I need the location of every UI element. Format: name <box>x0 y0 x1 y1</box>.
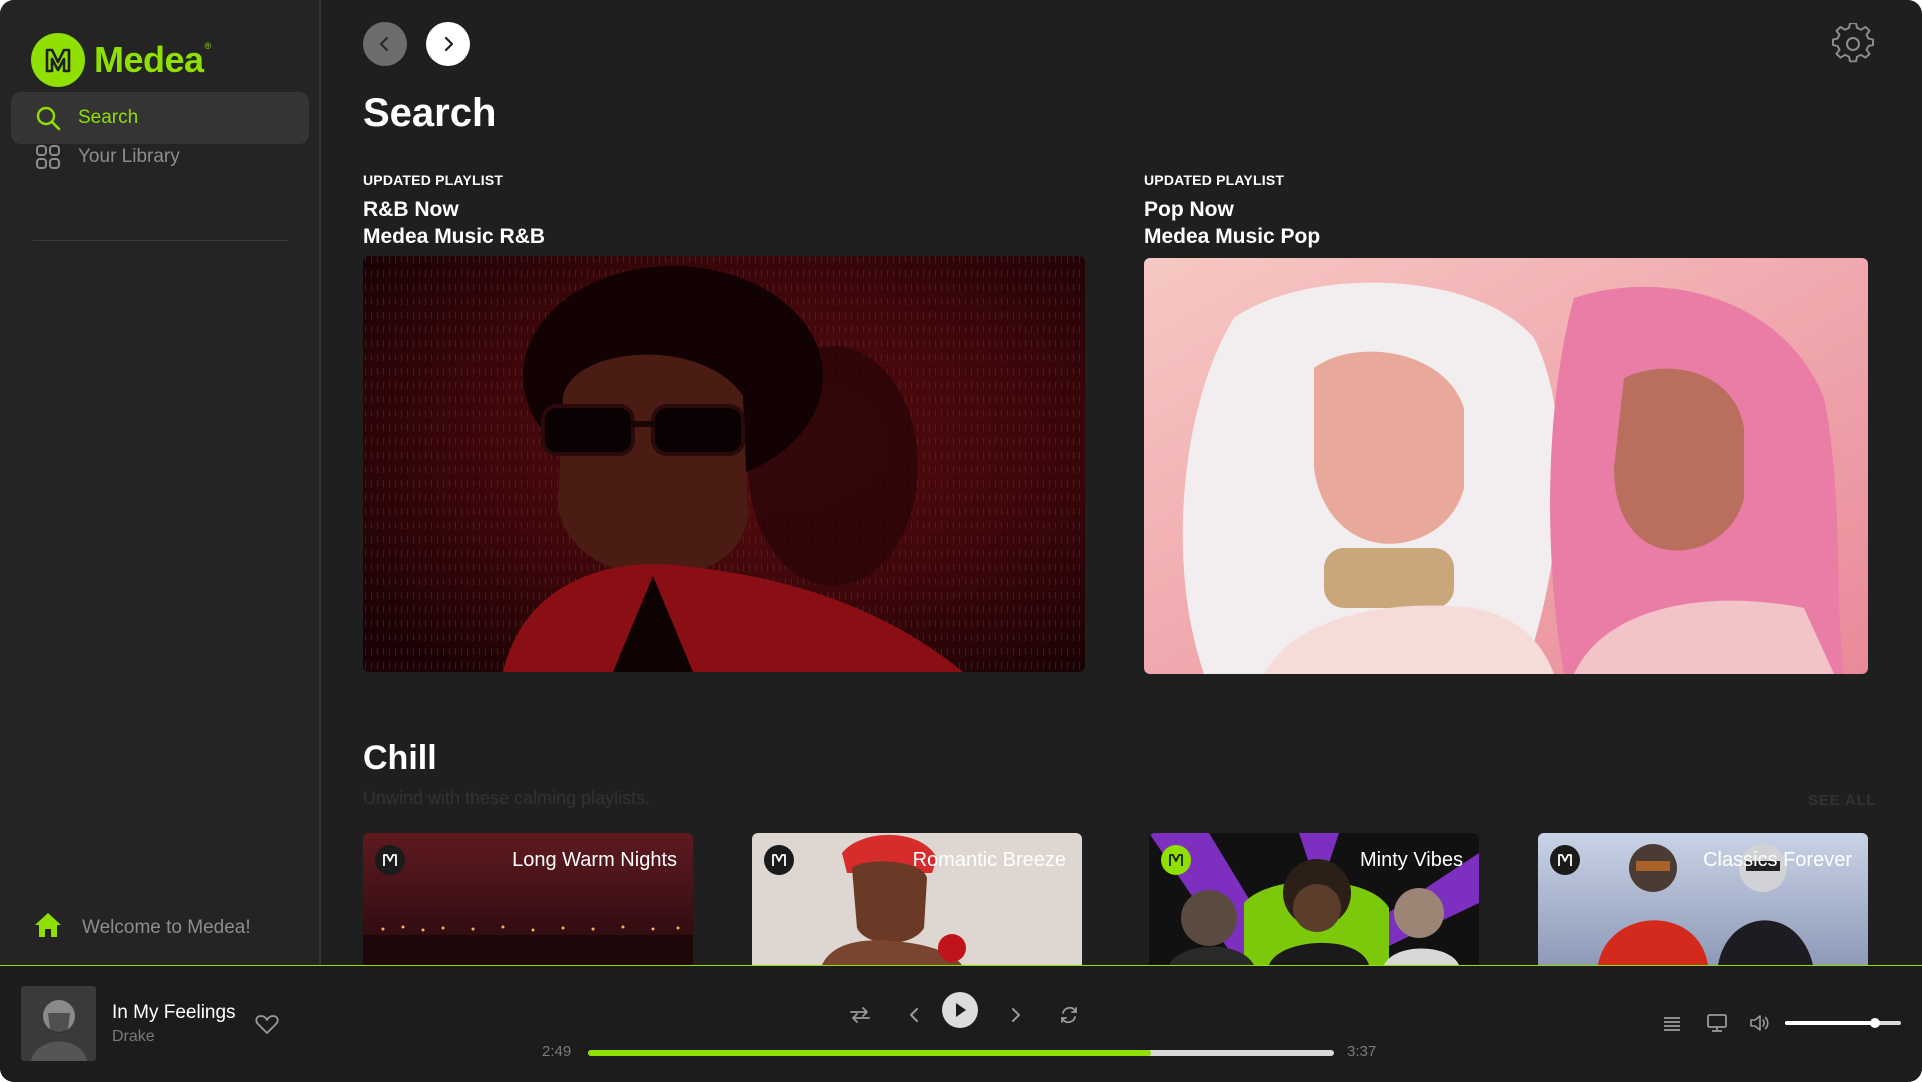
logo[interactable]: Medea ® <box>31 33 211 87</box>
playlist-name: Long Warm Nights <box>512 849 677 871</box>
brand-name: Medea <box>94 39 204 80</box>
playlist-tile[interactable]: Minty Vibes <box>1149 833 1479 965</box>
chevron-right-icon <box>444 36 454 52</box>
total-time: 3:37 <box>1347 1043 1377 1060</box>
shuffle-button[interactable] <box>847 1002 873 1028</box>
queue-button[interactable] <box>1660 1011 1684 1035</box>
track-title[interactable]: In My Feelings <box>112 1002 236 1024</box>
like-button[interactable] <box>255 1013 279 1035</box>
search-icon <box>33 103 63 133</box>
featured-playlist-image-rnb[interactable] <box>363 256 1085 672</box>
play-icon <box>956 1003 966 1017</box>
page-title: Search <box>363 91 497 135</box>
featured-subtitle[interactable]: Medea Music Pop <box>1144 223 1320 250</box>
next-button[interactable] <box>1003 1002 1029 1028</box>
heart-icon <box>255 1015 279 1034</box>
medea-logo-icon <box>1550 845 1580 875</box>
home-icon <box>34 912 62 943</box>
back-button[interactable] <box>363 22 407 66</box>
featured-title[interactable]: R&B Now <box>363 196 545 223</box>
playlist-name: Classics Forever <box>1703 849 1852 871</box>
medea-logo-icon <box>375 845 405 875</box>
previous-icon <box>910 1008 918 1022</box>
welcome-label: Welcome to Medea! <box>82 916 251 938</box>
volume-knob[interactable] <box>1870 1018 1881 1028</box>
featured-subtitle[interactable]: Medea Music R&B <box>363 223 545 250</box>
play-button[interactable] <box>942 992 978 1028</box>
playlist-tile[interactable]: Classics Forever <box>1538 833 1868 965</box>
volume-slider[interactable] <box>1785 1018 1901 1028</box>
repeat-button[interactable] <box>1056 1002 1082 1028</box>
sidebar-item-label: Search <box>78 107 139 128</box>
progress-fill <box>588 1050 1152 1056</box>
forward-button[interactable] <box>426 22 470 66</box>
playlist-name: Romantic Breeze <box>912 849 1066 871</box>
album-cover[interactable] <box>21 986 96 1061</box>
track-artist[interactable]: Drake <box>112 1028 155 1046</box>
device-icon <box>1707 1014 1727 1032</box>
next-icon <box>1012 1008 1020 1022</box>
featured-title[interactable]: Pop Now <box>1144 196 1320 223</box>
logo-mark-icon <box>31 33 85 87</box>
current-time: 2:49 <box>542 1043 572 1060</box>
volume-button[interactable] <box>1748 1011 1772 1035</box>
featured-playlist-info: UPDATED PLAYLIST R&B Now Medea Music R&B <box>363 172 545 250</box>
featured-eyebrow: UPDATED PLAYLIST <box>363 172 504 188</box>
sidebar-divider <box>33 240 288 241</box>
section-title: Chill <box>363 739 437 777</box>
chevron-left-icon <box>379 36 389 52</box>
medea-logo-icon <box>1161 845 1191 875</box>
sidebar-item-library[interactable]: Your Library <box>11 131 309 183</box>
volume-icon <box>1750 1015 1769 1031</box>
featured-playlist-info: UPDATED PLAYLIST Pop Now Medea Music Pop <box>1144 172 1320 250</box>
previous-button[interactable] <box>901 1002 927 1028</box>
volume-fill <box>1785 1021 1876 1025</box>
gear-icon <box>1832 22 1874 63</box>
playlist-name: Minty Vibes <box>1359 849 1463 871</box>
medea-logo-icon <box>764 845 794 875</box>
device-button[interactable] <box>1705 1011 1729 1035</box>
see-all-link[interactable]: SEE ALL <box>1808 792 1876 809</box>
section-subtitle: Unwind with these calming playlists. <box>363 788 651 808</box>
app-window: Medea ® Search Your Library Welcome to M… <box>0 0 1922 1082</box>
sidebar-item-label: Your Library <box>78 146 180 167</box>
featured-playlist-image-pop[interactable] <box>1144 258 1868 674</box>
playlist-tile[interactable]: Long Warm Nights <box>363 833 693 965</box>
main-content: Search UPDATED PLAYLIST R&B Now Medea Mu… <box>323 0 1922 965</box>
shuffle-icon <box>850 1007 870 1023</box>
featured-eyebrow: UPDATED PLAYLIST <box>1144 172 1285 188</box>
grid-icon <box>33 142 63 172</box>
settings-button[interactable] <box>1832 22 1874 65</box>
progress-bar[interactable] <box>588 1050 1334 1056</box>
player-bar: In My Feelings Drake 2:49 3:37 <box>0 965 1922 1082</box>
queue-icon <box>1664 1017 1680 1031</box>
sidebar: Medea ® Search Your Library Welcome to M… <box>0 0 321 965</box>
welcome-link[interactable]: Welcome to Medea! <box>34 912 251 943</box>
repeat-icon <box>1061 1006 1077 1024</box>
playlist-tile[interactable]: Romantic Breeze <box>752 833 1082 965</box>
